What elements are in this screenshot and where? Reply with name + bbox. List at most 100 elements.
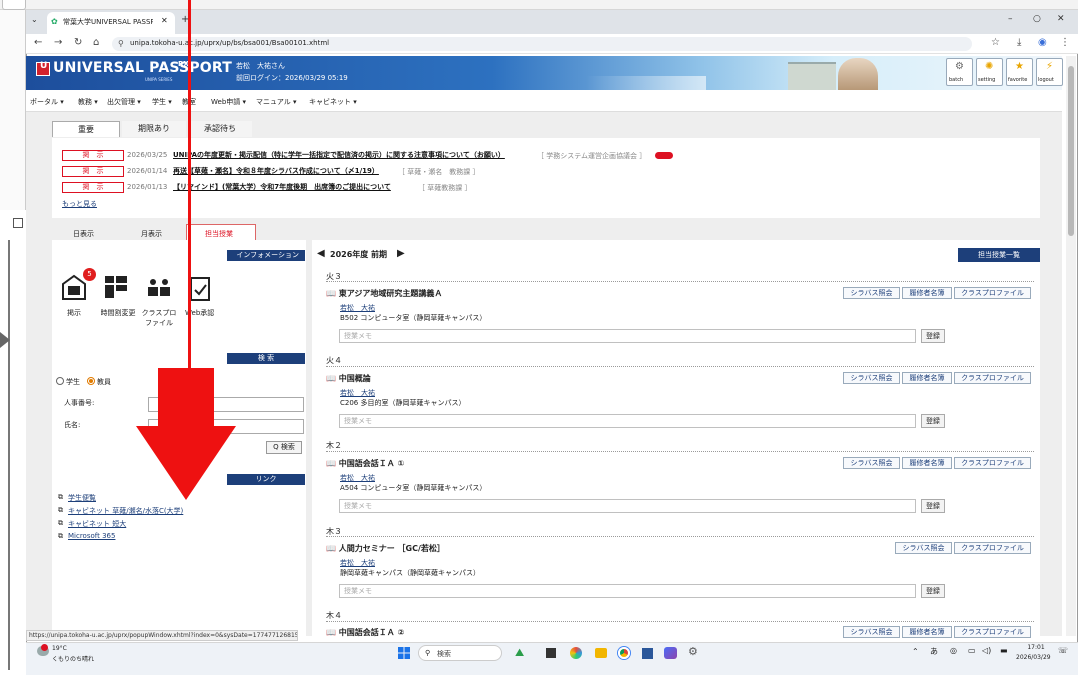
tray-chevron-icon[interactable]: ⌃ xyxy=(912,647,919,656)
address-bar[interactable]: ⚲ unipa.tokoha-u.ac.jp/uprx/up/bs/bsa001… xyxy=(112,37,972,51)
site-info-icon[interactable]: ⚲ xyxy=(118,39,124,48)
info-label-class-profile[interactable]: クラスプロファイル xyxy=(141,308,177,328)
memo-input[interactable]: 授業メモ xyxy=(339,499,916,513)
network-icon[interactable]: ▭ xyxy=(968,646,976,655)
class-profile-button[interactable]: クラスプロファイル xyxy=(954,457,1031,469)
menu-academic[interactable]: 教務 ▾ xyxy=(78,97,98,107)
link-cabinet-junior-college[interactable]: キャビネット 短大 xyxy=(68,519,126,529)
bookmark-star-icon[interactable]: ☆ xyxy=(991,37,1000,48)
radio-student[interactable] xyxy=(56,377,64,385)
notice-title[interactable]: 再送【草薙・瀬名】令和８年度シラバス作成について（〆1/19） xyxy=(173,166,379,176)
teams-icon[interactable] xyxy=(664,647,677,659)
roster-button[interactable]: 履修者名簿 xyxy=(902,372,952,384)
class-profile-icon[interactable] xyxy=(145,277,173,299)
timetable-change-icon[interactable] xyxy=(103,274,129,300)
info-label-notice[interactable]: 掲示 xyxy=(67,308,81,318)
profile-icon[interactable]: ◉ xyxy=(1038,37,1047,48)
outer-app-button[interactable] xyxy=(2,0,26,10)
course-teacher[interactable]: 若松 大祐 xyxy=(340,303,375,313)
browser-tab[interactable]: ✿ 常葉大学UNIVERSAL PASSPORT ✕ xyxy=(47,12,175,34)
class-profile-button[interactable]: クラスプロファイル xyxy=(954,287,1031,299)
logout-button[interactable]: ⚡ logout xyxy=(1036,58,1063,86)
register-button[interactable]: 登録 xyxy=(921,329,945,343)
menu-attendance[interactable]: 出欠管理 ▾ xyxy=(107,97,141,107)
volume-icon[interactable]: ◁) xyxy=(982,646,991,655)
ime-indicator[interactable]: あ xyxy=(930,646,938,657)
back-icon[interactable]: ← xyxy=(34,37,42,48)
settings-icon[interactable]: ⚙ xyxy=(688,645,698,658)
notification-icon[interactable]: ☏ xyxy=(1058,646,1068,655)
syllabus-button[interactable]: シラバス照会 xyxy=(843,626,900,638)
browser-menu-icon[interactable]: ⋮ xyxy=(1060,37,1070,48)
tab-important[interactable]: 重要 xyxy=(52,121,120,137)
info-label-timetable[interactable]: 時間割変更 xyxy=(99,308,137,318)
menu-portal[interactable]: ポータル ▾ xyxy=(30,97,64,107)
course-title[interactable]: 📖 東アジア地域研究主題講義Ａ xyxy=(326,288,442,299)
assigned-list-button[interactable]: 担当授業一覧 xyxy=(958,248,1040,262)
course-title[interactable]: 📖 中国概論 xyxy=(326,373,371,384)
roster-button[interactable]: 履修者名簿 xyxy=(902,287,952,299)
tab-approval[interactable]: 承認待ち xyxy=(188,121,252,137)
course-teacher[interactable]: 若松 大祐 xyxy=(340,558,375,568)
roster-button[interactable]: 履修者名簿 xyxy=(902,457,952,469)
windows-start-icon[interactable] xyxy=(398,647,410,659)
menu-web-application[interactable]: Web申請 ▾ xyxy=(211,97,246,107)
taskbar-search[interactable]: ⚲ 検索 xyxy=(418,645,502,661)
menu-student[interactable]: 学生 ▾ xyxy=(152,97,172,107)
tab-assigned-classes[interactable]: 担当授業 xyxy=(186,224,256,241)
search-button[interactable]: Q 検索 xyxy=(266,441,302,454)
web-approval-icon[interactable] xyxy=(188,276,212,302)
minimize-icon[interactable]: – xyxy=(1008,14,1013,24)
link-student-handbook[interactable]: 学生便覧 xyxy=(68,493,96,503)
roster-button[interactable]: 履修者名簿 xyxy=(902,626,952,638)
clock-time[interactable]: 17:01 xyxy=(1018,644,1054,651)
taskbar-app-icon[interactable]: ⛰ xyxy=(515,646,524,660)
prev-term-icon[interactable]: ◀ xyxy=(317,248,325,259)
notice-title[interactable]: 【リマインド】(常葉大学）令和7年度後期 出席簿のご提出について xyxy=(173,182,391,192)
taskbar-app-icon[interactable] xyxy=(642,648,653,659)
link-microsoft-365[interactable]: Microsoft 365 xyxy=(68,532,115,540)
syllabus-button[interactable]: シラバス照会 xyxy=(843,372,900,384)
memo-input[interactable]: 授業メモ xyxy=(339,584,916,598)
menu-cabinet[interactable]: キャビネット ▾ xyxy=(309,97,357,107)
course-title[interactable]: 📖 人間力セミナー ［GC/若松］ xyxy=(326,543,445,554)
course-title[interactable]: 📖 中国語会話ＩＡ ① xyxy=(326,458,404,469)
tab-close-icon[interactable]: ✕ xyxy=(161,16,168,25)
clock-date[interactable]: 2026/03/29 xyxy=(1016,654,1051,661)
tab-day-view[interactable]: 日表示 xyxy=(73,229,94,239)
taskbar-app-icon[interactable] xyxy=(570,647,582,659)
register-button[interactable]: 登録 xyxy=(921,584,945,598)
course-title[interactable]: 📖 中国語会話ＩＡ ② xyxy=(326,627,404,638)
course-teacher[interactable]: 若松 大祐 xyxy=(340,388,375,398)
favorite-button[interactable]: ★ favorite xyxy=(1006,58,1033,86)
link-cabinet-university[interactable]: キャビネット 草薙/瀬名/水落C(大学) xyxy=(68,506,183,516)
menu-manual[interactable]: マニュアル ▾ xyxy=(256,97,297,107)
class-profile-button[interactable]: クラスプロファイル xyxy=(954,372,1031,384)
batch-button[interactable]: ⚙ batch xyxy=(946,58,973,86)
tab-deadline[interactable]: 期限あり xyxy=(122,121,186,137)
maximize-icon[interactable]: ○ xyxy=(1033,14,1041,24)
tab-list-icon[interactable]: ⌄ xyxy=(31,15,38,24)
syllabus-button[interactable]: シラバス照会 xyxy=(843,457,900,469)
home-icon[interactable]: ⌂ xyxy=(93,37,99,48)
course-teacher[interactable]: 若松 大祐 xyxy=(340,473,375,483)
next-term-icon[interactable]: ▶ xyxy=(397,248,405,259)
close-window-icon[interactable]: ✕ xyxy=(1057,14,1065,24)
file-explorer-icon[interactable] xyxy=(595,648,607,658)
outer-app-icon[interactable] xyxy=(13,218,23,228)
tab-month-view[interactable]: 月表示 xyxy=(141,229,162,239)
syllabus-button[interactable]: シラバス照会 xyxy=(843,287,900,299)
logo-text[interactable]: UNIVERSAL PASSPORT xyxy=(53,60,232,76)
radio-teacher[interactable] xyxy=(87,377,95,385)
memo-input[interactable]: 授業メモ xyxy=(339,329,916,343)
page-scrollbar[interactable] xyxy=(1066,56,1076,636)
register-button[interactable]: 登録 xyxy=(921,499,945,513)
ime-mode-icon[interactable]: ◎ xyxy=(950,646,957,655)
scrollbar-thumb[interactable] xyxy=(1068,66,1074,236)
reload-icon[interactable]: ↻ xyxy=(74,37,82,48)
memo-input[interactable]: 授業メモ xyxy=(339,414,916,428)
notice-title[interactable]: UNIPAの年度更新・掲示配信（特に学年一括指定で配信済の掲示）に関する注意事項… xyxy=(173,150,505,160)
syllabus-button[interactable]: シラバス照会 xyxy=(895,542,952,554)
setting-button[interactable]: ✺ setting xyxy=(976,58,1003,86)
chrome-icon[interactable] xyxy=(618,647,630,659)
